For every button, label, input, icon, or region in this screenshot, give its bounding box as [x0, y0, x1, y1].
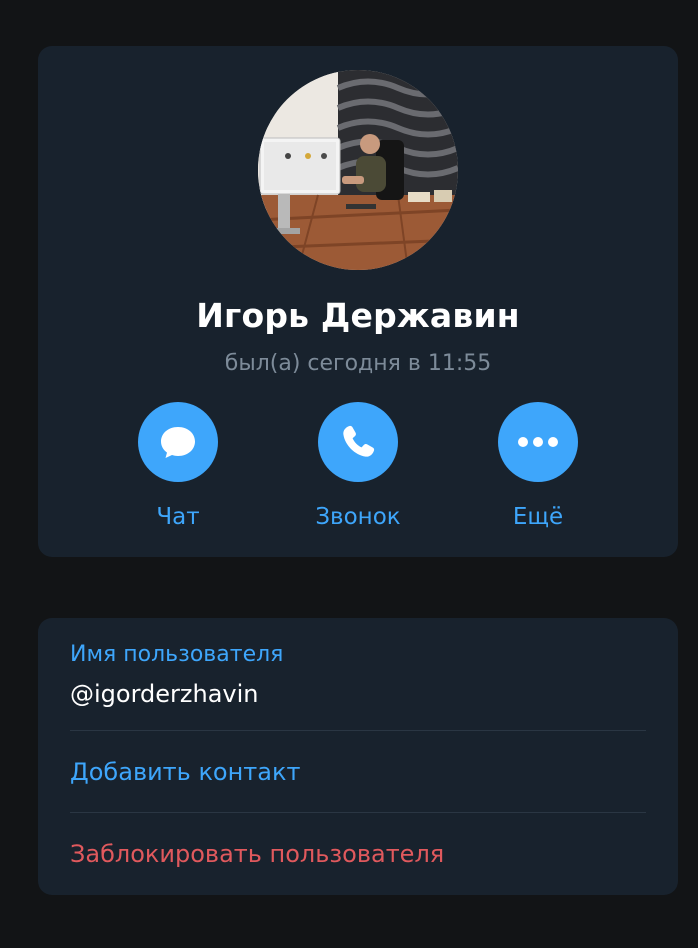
profile-card: Игорь Державин был(а) сегодня в 11:55 Ча… [38, 46, 678, 557]
profile-name: Игорь Державин [196, 296, 520, 335]
chat-button-label: Чат [156, 504, 200, 530]
divider [70, 730, 646, 731]
chat-bubble-icon [161, 427, 195, 458]
add-contact-button[interactable]: Добавить контакт [70, 758, 646, 786]
username-label: Имя пользователя [70, 642, 284, 667]
username-value[interactable]: @igorderzhavin [70, 680, 646, 708]
avatar-photo [258, 70, 458, 270]
call-button-label: Звонок [315, 504, 401, 530]
more-dots-icon [518, 437, 558, 447]
call-button[interactable]: Звонок [268, 402, 448, 530]
chat-button[interactable]: Чат [88, 402, 268, 530]
avatar[interactable] [258, 70, 458, 270]
phone-icon [343, 425, 375, 457]
last-seen-status: был(а) сегодня в 11:55 [224, 351, 492, 376]
more-button[interactable]: Ещё [448, 402, 628, 530]
more-button-label: Ещё [512, 504, 564, 530]
more-button-circle[interactable] [498, 402, 578, 482]
divider [70, 812, 646, 813]
info-card: Имя пользователя @igorderzhavin Добавить… [38, 618, 678, 895]
chat-button-circle[interactable] [138, 402, 218, 482]
call-button-circle[interactable] [318, 402, 398, 482]
block-user-button[interactable]: Заблокировать пользователя [70, 840, 646, 868]
